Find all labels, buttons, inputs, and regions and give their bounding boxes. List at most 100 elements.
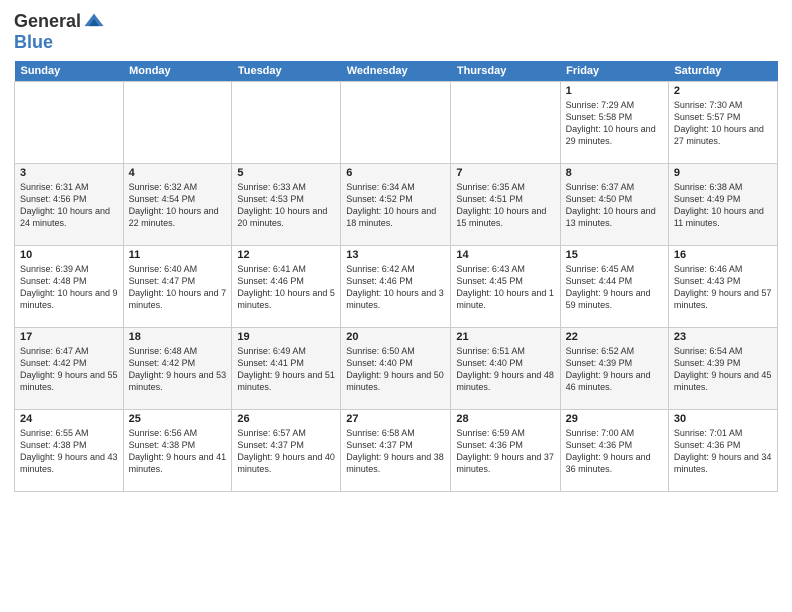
- day-info: Sunrise: 6:57 AM Sunset: 4:37 PM Dayligh…: [237, 427, 335, 476]
- day-number: 5: [237, 167, 335, 179]
- page-header: General Blue: [14, 10, 778, 53]
- week-row-5: 24 Sunrise: 6:55 AM Sunset: 4:38 PM Dayli…: [15, 410, 778, 492]
- day-info: Sunrise: 6:43 AM Sunset: 4:45 PM Dayligh…: [456, 263, 554, 312]
- week-row-4: 17 Sunrise: 6:47 AM Sunset: 4:42 PM Dayli…: [15, 328, 778, 410]
- day-number: 4: [129, 167, 227, 179]
- day-number: 23: [674, 331, 772, 343]
- day-number: 6: [346, 167, 445, 179]
- calendar-cell: 23Sunrise: 6:54 AM Sunset: 4:39 PM Dayli…: [668, 328, 777, 410]
- weekday-header-saturday: Saturday: [668, 61, 777, 82]
- calendar-cell: 30Sunrise: 7:01 AM Sunset: 4:36 PM Dayli…: [668, 410, 777, 492]
- calendar-cell: 20 Sunrise: 6:50 AM Sunset: 4:40 PM Dayli…: [341, 328, 451, 410]
- day-number: 11: [129, 249, 227, 261]
- day-number: 21: [456, 331, 554, 343]
- calendar-cell: 27 Sunrise: 6:58 AM Sunset: 4:37 PM Dayli…: [341, 410, 451, 492]
- week-row-1: 1 Sunrise: 7:29 AM Sunset: 5:58 PM Daylig…: [15, 82, 778, 164]
- calendar-cell: 7 Sunrise: 6:35 AM Sunset: 4:51 PM Daylig…: [451, 164, 560, 246]
- day-info: Sunrise: 7:29 AM Sunset: 5:58 PM Dayligh…: [566, 99, 663, 148]
- day-info: Sunrise: 6:49 AM Sunset: 4:41 PM Dayligh…: [237, 345, 335, 394]
- calendar-cell: 16 Sunrise: 6:46 AM Sunset: 4:43 PM Dayli…: [668, 246, 777, 328]
- calendar-cell: 28 Sunrise: 6:59 AM Sunset: 4:36 PM Dayli…: [451, 410, 560, 492]
- calendar-cell: 6 Sunrise: 6:34 AM Sunset: 4:52 PM Daylig…: [341, 164, 451, 246]
- day-number: 22: [566, 331, 663, 343]
- calendar-cell: [451, 82, 560, 164]
- calendar-cell: 2 Sunrise: 7:30 AM Sunset: 5:57 PM Daylig…: [668, 82, 777, 164]
- day-number: 29: [566, 413, 663, 425]
- calendar-cell: 18Sunrise: 6:48 AM Sunset: 4:42 PM Dayli…: [123, 328, 232, 410]
- day-info: Sunrise: 6:38 AM Sunset: 4:49 PM Dayligh…: [674, 181, 772, 230]
- day-number: 18: [129, 331, 227, 343]
- weekday-header-sunday: Sunday: [15, 61, 124, 82]
- weekday-header-thursday: Thursday: [451, 61, 560, 82]
- day-number: 17: [20, 331, 118, 343]
- day-info: Sunrise: 6:50 AM Sunset: 4:40 PM Dayligh…: [346, 345, 445, 394]
- logo-blue-text: Blue: [14, 32, 53, 52]
- calendar-cell: 29 Sunrise: 7:00 AM Sunset: 4:36 PM Dayli…: [560, 410, 668, 492]
- day-info: Sunrise: 6:31 AM Sunset: 4:56 PM Dayligh…: [20, 181, 118, 230]
- day-info: Sunrise: 6:51 AM Sunset: 4:40 PM Dayligh…: [456, 345, 554, 394]
- calendar-cell: [341, 82, 451, 164]
- day-number: 24: [20, 413, 118, 425]
- day-info: Sunrise: 7:30 AM Sunset: 5:57 PM Dayligh…: [674, 99, 772, 148]
- day-info: Sunrise: 7:01 AM Sunset: 4:36 PM Dayligh…: [674, 427, 772, 476]
- calendar-cell: 1 Sunrise: 7:29 AM Sunset: 5:58 PM Daylig…: [560, 82, 668, 164]
- day-number: 9: [674, 167, 772, 179]
- day-info: Sunrise: 6:45 AM Sunset: 4:44 PM Dayligh…: [566, 263, 663, 312]
- day-info: Sunrise: 6:32 AM Sunset: 4:54 PM Dayligh…: [129, 181, 227, 230]
- day-info: Sunrise: 6:35 AM Sunset: 4:51 PM Dayligh…: [456, 181, 554, 230]
- day-number: 7: [456, 167, 554, 179]
- logo-general-text: General: [14, 11, 81, 32]
- weekday-header-tuesday: Tuesday: [232, 61, 341, 82]
- calendar-cell: 17 Sunrise: 6:47 AM Sunset: 4:42 PM Dayli…: [15, 328, 124, 410]
- calendar-cell: 3 Sunrise: 6:31 AM Sunset: 4:56 PM Daylig…: [15, 164, 124, 246]
- calendar-cell: 14 Sunrise: 6:43 AM Sunset: 4:45 PM Dayli…: [451, 246, 560, 328]
- day-info: Sunrise: 6:59 AM Sunset: 4:36 PM Dayligh…: [456, 427, 554, 476]
- logo: General Blue: [14, 10, 105, 53]
- day-number: 26: [237, 413, 335, 425]
- calendar-cell: 22Sunrise: 6:52 AM Sunset: 4:39 PM Dayli…: [560, 328, 668, 410]
- weekday-header-monday: Monday: [123, 61, 232, 82]
- calendar-cell: 13Sunrise: 6:42 AM Sunset: 4:46 PM Dayli…: [341, 246, 451, 328]
- calendar-cell: 8Sunrise: 6:37 AM Sunset: 4:50 PM Daylig…: [560, 164, 668, 246]
- day-number: 14: [456, 249, 554, 261]
- weekday-header-friday: Friday: [560, 61, 668, 82]
- calendar-cell: [123, 82, 232, 164]
- day-number: 16: [674, 249, 772, 261]
- day-number: 19: [237, 331, 335, 343]
- day-info: Sunrise: 6:37 AM Sunset: 4:50 PM Dayligh…: [566, 181, 663, 230]
- day-info: Sunrise: 6:46 AM Sunset: 4:43 PM Dayligh…: [674, 263, 772, 312]
- day-info: Sunrise: 6:41 AM Sunset: 4:46 PM Dayligh…: [237, 263, 335, 312]
- day-number: 12: [237, 249, 335, 261]
- day-info: Sunrise: 6:34 AM Sunset: 4:52 PM Dayligh…: [346, 181, 445, 230]
- calendar-cell: 5 Sunrise: 6:33 AM Sunset: 4:53 PM Daylig…: [232, 164, 341, 246]
- logo-icon: [83, 10, 105, 32]
- day-info: Sunrise: 6:55 AM Sunset: 4:38 PM Dayligh…: [20, 427, 118, 476]
- calendar-cell: [232, 82, 341, 164]
- calendar-cell: 12 Sunrise: 6:41 AM Sunset: 4:46 PM Dayli…: [232, 246, 341, 328]
- day-info: Sunrise: 6:56 AM Sunset: 4:38 PM Dayligh…: [129, 427, 227, 476]
- day-number: 28: [456, 413, 554, 425]
- calendar-cell: 9 Sunrise: 6:38 AM Sunset: 4:49 PM Daylig…: [668, 164, 777, 246]
- weekday-header-wednesday: Wednesday: [341, 61, 451, 82]
- day-number: 2: [674, 85, 772, 97]
- calendar-cell: 24 Sunrise: 6:55 AM Sunset: 4:38 PM Dayli…: [15, 410, 124, 492]
- day-info: Sunrise: 6:58 AM Sunset: 4:37 PM Dayligh…: [346, 427, 445, 476]
- week-row-2: 3 Sunrise: 6:31 AM Sunset: 4:56 PM Daylig…: [15, 164, 778, 246]
- day-info: Sunrise: 6:33 AM Sunset: 4:53 PM Dayligh…: [237, 181, 335, 230]
- day-number: 1: [566, 85, 663, 97]
- day-number: 27: [346, 413, 445, 425]
- calendar-cell: 15Sunrise: 6:45 AM Sunset: 4:44 PM Dayli…: [560, 246, 668, 328]
- calendar-table: SundayMondayTuesdayWednesdayThursdayFrid…: [14, 61, 778, 492]
- day-info: Sunrise: 6:47 AM Sunset: 4:42 PM Dayligh…: [20, 345, 118, 394]
- weekday-header-row: SundayMondayTuesdayWednesdayThursdayFrid…: [15, 61, 778, 82]
- calendar-cell: 11Sunrise: 6:40 AM Sunset: 4:47 PM Dayli…: [123, 246, 232, 328]
- calendar-cell: 21 Sunrise: 6:51 AM Sunset: 4:40 PM Dayli…: [451, 328, 560, 410]
- day-info: Sunrise: 7:00 AM Sunset: 4:36 PM Dayligh…: [566, 427, 663, 476]
- week-row-3: 10Sunrise: 6:39 AM Sunset: 4:48 PM Dayli…: [15, 246, 778, 328]
- day-number: 20: [346, 331, 445, 343]
- calendar-cell: 19 Sunrise: 6:49 AM Sunset: 4:41 PM Dayli…: [232, 328, 341, 410]
- day-number: 25: [129, 413, 227, 425]
- day-number: 3: [20, 167, 118, 179]
- calendar-cell: 4 Sunrise: 6:32 AM Sunset: 4:54 PM Daylig…: [123, 164, 232, 246]
- day-info: Sunrise: 6:39 AM Sunset: 4:48 PM Dayligh…: [20, 263, 118, 312]
